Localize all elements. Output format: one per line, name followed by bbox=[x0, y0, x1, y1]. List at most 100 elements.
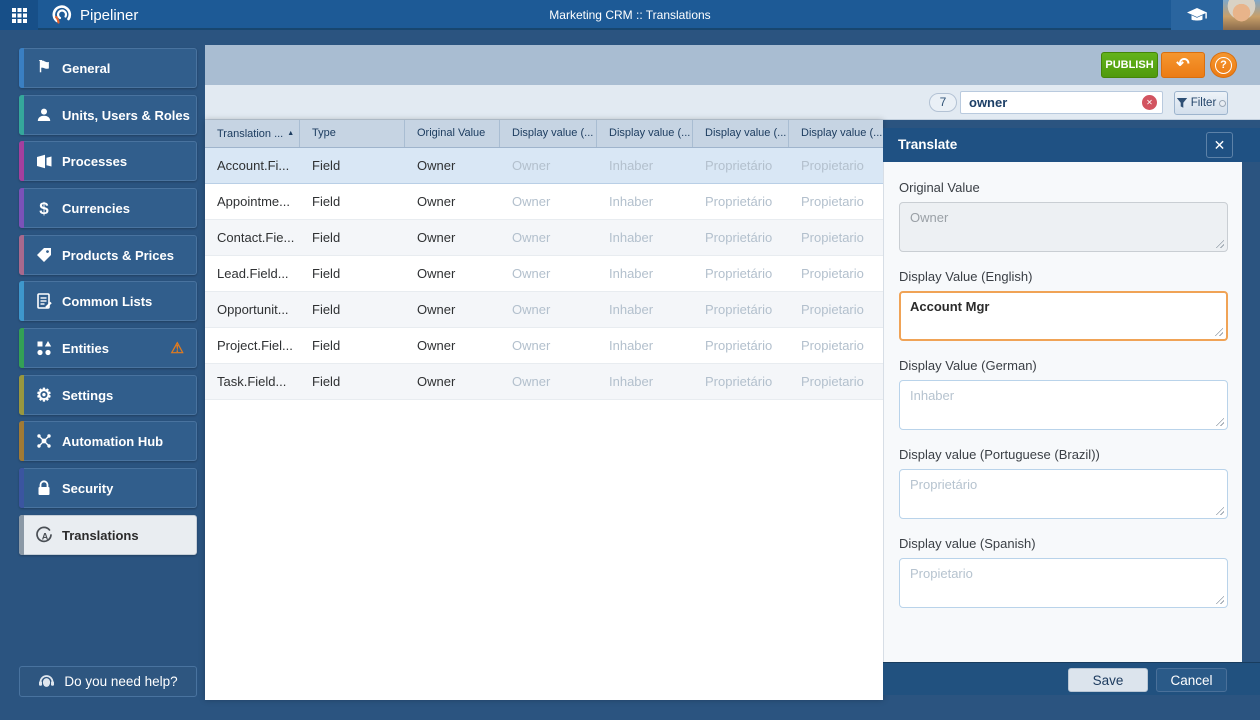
save-button[interactable]: Save bbox=[1068, 668, 1148, 692]
translate-panel-header: Translate ✕ bbox=[883, 128, 1260, 162]
table-row[interactable]: Opportunit... Field Owner Owner Inhaber … bbox=[205, 292, 883, 328]
graduation-cap-icon bbox=[1186, 7, 1208, 24]
search-value: owner bbox=[969, 95, 1008, 110]
education-button[interactable] bbox=[1171, 0, 1223, 30]
question-icon: ? bbox=[1215, 56, 1232, 74]
price-tag-icon bbox=[32, 247, 56, 263]
filter-button[interactable]: Filter bbox=[1174, 91, 1228, 115]
user-avatar[interactable] bbox=[1223, 0, 1260, 30]
accent-bar bbox=[19, 468, 24, 508]
accent-bar bbox=[19, 188, 24, 228]
sidebar-item-products-prices[interactable]: Products & Prices bbox=[19, 235, 197, 275]
dollar-icon: $ bbox=[39, 198, 49, 218]
funnel-icon bbox=[1176, 97, 1188, 109]
table-row[interactable]: Project.Fiel... Field Owner Owner Inhabe… bbox=[205, 328, 883, 364]
table-row[interactable]: Task.Field... Field Owner Owner Inhaber … bbox=[205, 364, 883, 400]
close-button[interactable]: ✕ bbox=[1206, 132, 1233, 158]
svg-text:A: A bbox=[42, 532, 49, 542]
table-row[interactable]: Contact.Fie... Field Owner Owner Inhaber… bbox=[205, 220, 883, 256]
headset-icon bbox=[38, 674, 55, 689]
shapes-icon bbox=[32, 340, 56, 356]
translate-panel-footer: Save Cancel bbox=[883, 662, 1260, 695]
sidebar-item-settings[interactable]: ⚙ Settings bbox=[19, 375, 197, 415]
accent-bar bbox=[19, 421, 24, 461]
sidebar-item-security[interactable]: Security bbox=[19, 468, 197, 508]
column-translation[interactable]: Translation ... ▲ bbox=[205, 120, 300, 147]
german-value-label: Display Value (German) bbox=[899, 358, 1037, 373]
flag-icon: ⚑ bbox=[36, 59, 52, 76]
translate-form: Original Value Owner Display Value (Engl… bbox=[883, 162, 1242, 662]
toolbar: PUBLISH ↶ ? bbox=[205, 45, 1260, 85]
column-original-value[interactable]: Original Value bbox=[405, 120, 500, 147]
close-icon: ✕ bbox=[1213, 137, 1226, 153]
sort-asc-icon: ▲ bbox=[287, 130, 295, 137]
table-row[interactable]: Lead.Field... Field Owner Owner Inhaber … bbox=[205, 256, 883, 292]
original-value-label: Original Value bbox=[899, 180, 980, 195]
app-grid-icon bbox=[11, 7, 27, 23]
translate-panel: Translate ✕ Original Value Owner Display… bbox=[883, 128, 1260, 720]
column-display-english[interactable]: Display value (... bbox=[500, 120, 597, 147]
accent-bar bbox=[19, 281, 24, 321]
accent-bar bbox=[19, 48, 24, 88]
list-document-icon bbox=[32, 293, 56, 309]
filter-label: Filter bbox=[1190, 97, 1217, 109]
pipeliner-logo-icon bbox=[52, 4, 73, 26]
sidebar-item-common-lists[interactable]: Common Lists bbox=[19, 281, 197, 321]
table-header-row: Translation ... ▲ Type Original Value Dis… bbox=[205, 120, 883, 148]
search-input[interactable]: owner ✕ bbox=[960, 91, 1163, 114]
cancel-button[interactable]: Cancel bbox=[1156, 668, 1227, 692]
accent-bar bbox=[19, 375, 24, 415]
column-display-german[interactable]: Display value (... bbox=[597, 120, 693, 147]
need-help-label: Do you need help? bbox=[64, 674, 178, 689]
brand-label: Pipeliner bbox=[80, 6, 139, 24]
spanish-value-label: Display value (Spanish) bbox=[899, 536, 1036, 551]
result-count-badge: 7 bbox=[929, 93, 957, 112]
sidebar-item-translations[interactable]: A Translations bbox=[19, 515, 197, 555]
german-value-textarea[interactable]: Inhaber bbox=[899, 380, 1228, 430]
accent-bar bbox=[19, 95, 24, 135]
app-grid-button[interactable] bbox=[0, 0, 38, 30]
table-row[interactable]: Account.Fi... Field Owner Owner Inhaber … bbox=[205, 148, 883, 184]
sidebar-item-currencies[interactable]: $ Currencies bbox=[19, 188, 197, 228]
table-row[interactable]: Appointme... Field Owner Owner Inhaber P… bbox=[205, 184, 883, 220]
accent-bar bbox=[19, 328, 24, 368]
user-icon bbox=[32, 107, 56, 123]
accent-bar bbox=[19, 515, 24, 555]
sidebar-item-processes[interactable]: Processes bbox=[19, 141, 197, 181]
network-icon bbox=[32, 433, 56, 449]
column-display-spanish[interactable]: Display value (... bbox=[789, 120, 883, 147]
panel-title: Translate bbox=[898, 137, 958, 152]
sidebar-item-entities[interactable]: Entities ⚠ bbox=[19, 328, 197, 368]
portuguese-value-textarea[interactable]: Proprietário bbox=[899, 469, 1228, 519]
sidebar-item-units-users-roles[interactable]: Units, Users & Roles bbox=[19, 95, 197, 135]
accent-bar bbox=[19, 141, 24, 181]
page-title: Marketing CRM :: Translations bbox=[549, 8, 711, 22]
search-bar: 7 owner ✕ Filter bbox=[205, 85, 1260, 120]
translations-globe-icon: A bbox=[32, 526, 56, 544]
clear-search-icon[interactable]: ✕ bbox=[1142, 95, 1157, 110]
publish-button[interactable]: PUBLISH bbox=[1101, 52, 1158, 78]
pipeliner-logo[interactable]: Pipeliner bbox=[52, 0, 138, 30]
help-round-button[interactable]: ? bbox=[1210, 52, 1237, 78]
filter-state-dot bbox=[1219, 99, 1227, 107]
sidebar-item-automation-hub[interactable]: Automation Hub bbox=[19, 421, 197, 461]
translations-table: Translation ... ▲ Type Original Value Dis… bbox=[205, 120, 883, 700]
spanish-value-textarea[interactable]: Propietario bbox=[899, 558, 1228, 608]
lock-icon bbox=[32, 480, 56, 496]
portuguese-value-label: Display value (Portuguese (Brazil)) bbox=[899, 447, 1100, 462]
warning-icon: ⚠ bbox=[170, 339, 184, 357]
original-value-textarea: Owner bbox=[899, 202, 1228, 252]
column-display-portuguese[interactable]: Display value (... bbox=[693, 120, 789, 147]
english-value-label: Display Value (English) bbox=[899, 269, 1033, 284]
gear-icon: ⚙ bbox=[35, 385, 53, 405]
undo-button[interactable]: ↶ bbox=[1161, 52, 1205, 78]
pipeliner-admin-window: Pipeliner Marketing CRM :: Translations … bbox=[0, 0, 1260, 720]
process-stages-icon bbox=[32, 154, 56, 169]
column-type[interactable]: Type bbox=[300, 120, 405, 147]
english-value-textarea[interactable]: Account Mgr bbox=[899, 291, 1228, 341]
sidebar-item-general[interactable]: ⚑ General bbox=[19, 48, 197, 88]
accent-bar bbox=[19, 235, 24, 275]
undo-arrow-icon: ↶ bbox=[1176, 56, 1190, 73]
topbar: Pipeliner Marketing CRM :: Translations bbox=[0, 0, 1260, 30]
need-help-button[interactable]: Do you need help? bbox=[19, 666, 197, 697]
